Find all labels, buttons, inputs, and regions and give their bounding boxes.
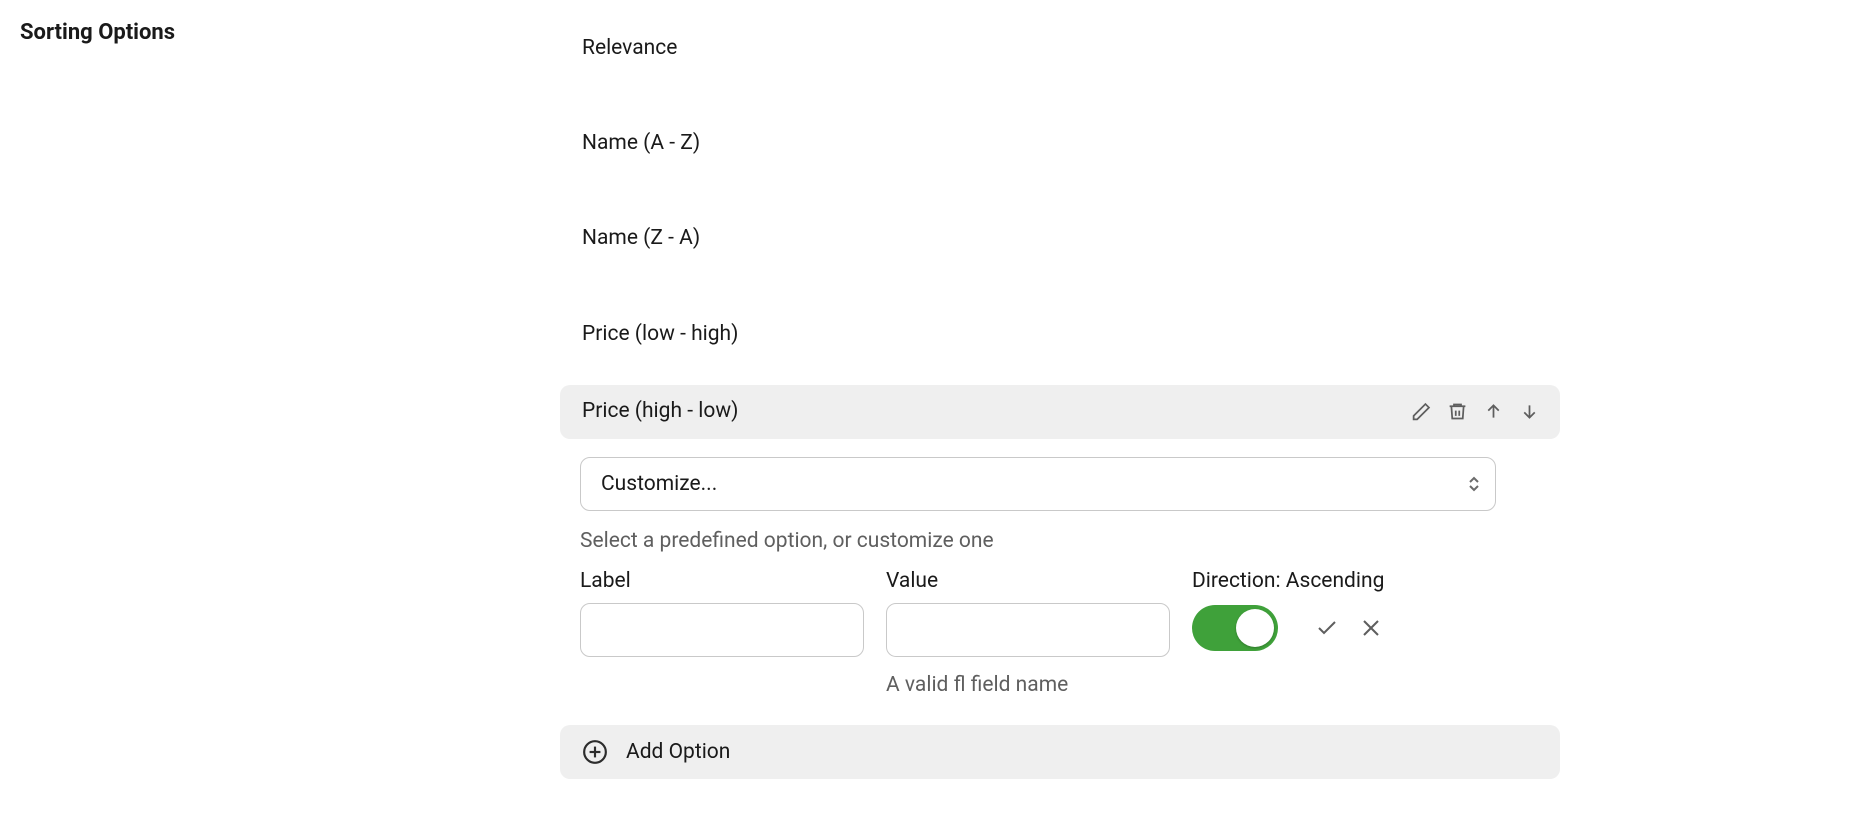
label-field-label: Label — [580, 569, 864, 593]
sort-option-relevance[interactable]: Relevance — [560, 18, 1560, 79]
edit-icon[interactable] — [1408, 399, 1434, 425]
value-input[interactable] — [886, 603, 1170, 657]
add-option-label: Add Option — [626, 740, 730, 764]
trash-icon[interactable] — [1444, 399, 1470, 425]
value-field: Value A valid fl field name — [886, 569, 1170, 697]
confirm-icon[interactable] — [1314, 615, 1340, 641]
predefined-select-value: Customize... — [601, 472, 717, 496]
toggle-knob — [1236, 609, 1274, 647]
direction-field: Direction: Ascending — [1192, 569, 1384, 651]
direction-label: Direction: Ascending — [1192, 569, 1384, 593]
predefined-select-helper: Select a predefined option, or customize… — [580, 529, 1560, 553]
section-title: Sorting Options — [20, 18, 540, 45]
direction-toggle[interactable] — [1192, 605, 1278, 651]
sort-option-name-az[interactable]: Name (A - Z) — [560, 113, 1560, 174]
plus-circle-icon — [582, 739, 608, 765]
move-up-icon[interactable] — [1480, 399, 1506, 425]
move-down-icon[interactable] — [1516, 399, 1542, 425]
sort-option-label: Price (low - high) — [582, 322, 738, 346]
customize-fields-row: Label Value A valid fl field name Direct… — [580, 569, 1496, 697]
label-input[interactable] — [580, 603, 864, 657]
label-field: Label — [580, 569, 864, 657]
sorting-options-panel: Relevance Name (A - Z) Name (Z - A) Pric… — [560, 18, 1560, 779]
value-field-help: A valid fl field name — [886, 673, 1170, 697]
sort-option-label: Price (high - low) — [582, 399, 738, 424]
sort-option-label: Relevance — [582, 36, 677, 60]
sort-option-label: Name (Z - A) — [582, 226, 700, 250]
value-field-label: Value — [886, 569, 1170, 593]
customize-block: Customize... Select a predefined option,… — [560, 457, 1560, 697]
row-actions — [1408, 399, 1542, 425]
predefined-select-wrap: Customize... — [580, 457, 1496, 511]
add-option-button[interactable]: Add Option — [560, 725, 1560, 779]
confirm-actions — [1314, 615, 1384, 641]
sort-option-name-za[interactable]: Name (Z - A) — [560, 208, 1560, 269]
sort-option-price-high-low[interactable]: Price (high - low) — [560, 385, 1560, 439]
cancel-icon[interactable] — [1358, 615, 1384, 641]
predefined-select[interactable]: Customize... — [580, 457, 1496, 511]
sort-option-label: Name (A - Z) — [582, 131, 700, 155]
sort-option-price-low-high[interactable]: Price (low - high) — [560, 304, 1560, 365]
